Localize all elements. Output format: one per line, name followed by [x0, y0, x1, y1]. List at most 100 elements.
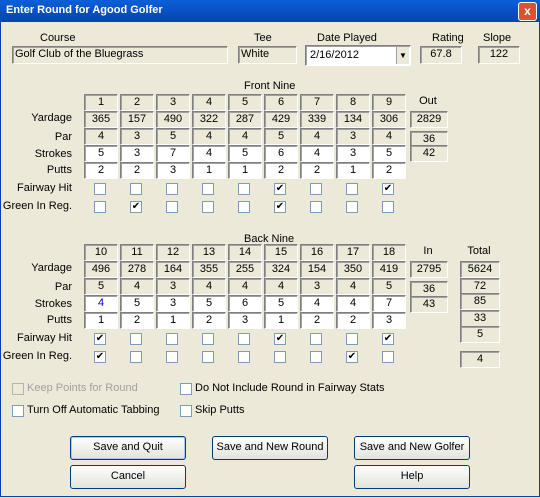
green-in-reg-checkbox[interactable] [166, 351, 178, 363]
fairway-hit-checkbox[interactable] [130, 183, 142, 195]
putts-row-label: Putts [46, 164, 72, 176]
fairway-hit-checkbox[interactable] [346, 333, 358, 345]
green-in-reg-checkbox[interactable] [274, 351, 286, 363]
hole-putts-input[interactable]: 2 [300, 162, 334, 179]
hole-putts-input[interactable]: 3 [156, 162, 190, 179]
par-row-label: Par [54, 281, 72, 293]
hole-number: 13 [192, 244, 226, 261]
hole-putts-input[interactable]: 2 [192, 312, 226, 329]
hole-strokes-input[interactable]: 6 [228, 295, 262, 312]
fairway-hit-checkbox[interactable] [202, 333, 214, 345]
green-in-reg-checkbox[interactable] [202, 351, 214, 363]
hole-strokes-input[interactable]: 5 [228, 145, 262, 162]
green-in-reg-checkbox[interactable] [202, 201, 214, 213]
green-in-reg-checkbox[interactable] [130, 351, 142, 363]
green-in-reg-checkbox[interactable] [310, 201, 322, 213]
hole-putts-input[interactable]: 1 [336, 162, 370, 179]
fairway-hit-checkbox[interactable] [346, 183, 358, 195]
save-and-new-golfer-button[interactable]: Save and New Golfer [354, 436, 470, 460]
green-in-reg-checkbox[interactable] [346, 201, 358, 213]
fairway-hit-checkbox[interactable]: ✔ [274, 183, 286, 195]
turn-off-tabbing-checkbox[interactable] [12, 405, 24, 417]
hole-number: 2 [120, 94, 154, 111]
in-yardage: 2795 [410, 261, 448, 278]
hole-strokes-input[interactable]: 3 [336, 145, 370, 162]
hole-putts-input[interactable]: 2 [84, 162, 118, 179]
in-label: In [423, 245, 433, 257]
hole-putts-input[interactable]: 2 [300, 312, 334, 329]
fairway-hit-checkbox[interactable] [130, 333, 142, 345]
keep-points-checkbox[interactable] [12, 383, 24, 395]
hole-strokes-input[interactable]: 5 [192, 295, 226, 312]
green-in-reg-checkbox[interactable] [238, 351, 250, 363]
green-in-reg-checkbox[interactable] [310, 351, 322, 363]
close-button[interactable]: x [518, 2, 537, 21]
green-in-reg-checkbox[interactable] [382, 351, 394, 363]
no-fairway-stats-checkbox[interactable] [180, 383, 192, 395]
hole-putts-input[interactable]: 2 [120, 312, 154, 329]
hole-putts-input[interactable]: 2 [120, 162, 154, 179]
hole-par: 4 [228, 278, 262, 295]
hole-par: 3 [120, 128, 154, 145]
hole-putts-input[interactable]: 3 [228, 312, 262, 329]
fairway-hit-checkbox[interactable]: ✔ [274, 333, 286, 345]
hole-strokes-input[interactable]: 4 [192, 145, 226, 162]
fairway-hit-checkbox[interactable] [310, 333, 322, 345]
hole-number: 11 [120, 244, 154, 261]
hole-strokes-input[interactable]: 3 [120, 145, 154, 162]
hole-strokes-input[interactable]: 3 [156, 295, 190, 312]
hole-strokes-input[interactable]: 7 [372, 295, 406, 312]
hole-strokes-input[interactable]: 5 [120, 295, 154, 312]
hole-putts-input[interactable]: 2 [336, 312, 370, 329]
hole-putts-input[interactable]: 1 [264, 312, 298, 329]
green-in-reg-checkbox[interactable]: ✔ [130, 201, 142, 213]
hole-strokes-input[interactable]: 4 [84, 295, 118, 312]
fairway-hit-checkbox[interactable] [310, 183, 322, 195]
hole-yardage: 322 [192, 111, 226, 128]
green-in-reg-row-label: Green In Reg. [2, 200, 72, 212]
hole-putts-input[interactable]: 1 [156, 312, 190, 329]
fairway-hit-checkbox[interactable]: ✔ [382, 333, 394, 345]
cancel-button[interactable]: Cancel [70, 465, 186, 489]
date-played-dropdown[interactable]: 2/16/2012 ▼ [305, 45, 411, 66]
save-and-quit-button[interactable]: Save and Quit [70, 436, 186, 460]
out-strokes: 42 [410, 145, 448, 162]
green-in-reg-checkbox[interactable] [382, 201, 394, 213]
hole-putts-input[interactable]: 2 [264, 162, 298, 179]
green-in-reg-checkbox[interactable] [166, 201, 178, 213]
fairway-hit-checkbox[interactable] [238, 333, 250, 345]
course-field: Golf Club of the Bluegrass [12, 46, 228, 64]
total-fairways: 5 [460, 326, 500, 343]
hole-putts-input[interactable]: 1 [84, 312, 118, 329]
fairway-hit-checkbox[interactable] [238, 183, 250, 195]
hole-strokes-input[interactable]: 4 [300, 295, 334, 312]
fairway-hit-checkbox[interactable] [166, 333, 178, 345]
fairway-hit-checkbox[interactable]: ✔ [382, 183, 394, 195]
save-and-new-round-button[interactable]: Save and New Round [212, 436, 328, 460]
fairway-hit-checkbox[interactable] [94, 183, 106, 195]
hole-putts-input[interactable]: 1 [228, 162, 262, 179]
hole-putts-input[interactable]: 2 [372, 162, 406, 179]
help-button[interactable]: Help [354, 465, 470, 489]
green-in-reg-checkbox[interactable]: ✔ [274, 201, 286, 213]
hole-strokes-input[interactable]: 7 [156, 145, 190, 162]
hole-strokes-input[interactable]: 5 [84, 145, 118, 162]
fairway-hit-checkbox[interactable] [166, 183, 178, 195]
skip-putts-checkbox[interactable] [180, 405, 192, 417]
hole-strokes-input[interactable]: 5 [264, 295, 298, 312]
fairway-hit-checkbox[interactable]: ✔ [94, 333, 106, 345]
hole-putts-input[interactable]: 3 [372, 312, 406, 329]
hole-strokes-input[interactable]: 4 [300, 145, 334, 162]
green-in-reg-checkbox[interactable]: ✔ [346, 351, 358, 363]
chevron-down-icon[interactable]: ▼ [396, 47, 409, 64]
hole-strokes-input[interactable]: 6 [264, 145, 298, 162]
green-in-reg-checkbox[interactable] [94, 201, 106, 213]
hole-strokes-input[interactable]: 4 [336, 295, 370, 312]
green-in-reg-checkbox[interactable]: ✔ [94, 351, 106, 363]
hole-putts-input[interactable]: 1 [192, 162, 226, 179]
total-gir: 4 [460, 351, 500, 368]
green-in-reg-checkbox[interactable] [238, 201, 250, 213]
hole-strokes-input[interactable]: 5 [372, 145, 406, 162]
tee-label: Tee [254, 32, 272, 44]
fairway-hit-checkbox[interactable] [202, 183, 214, 195]
